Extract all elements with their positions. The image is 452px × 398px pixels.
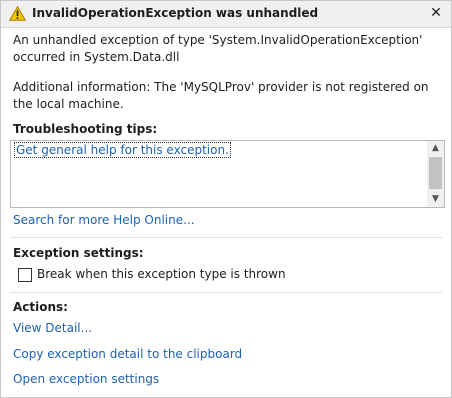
- break-on-exception-checkbox[interactable]: [18, 268, 32, 282]
- warning-icon: [9, 6, 26, 21]
- additional-information: Additional information: The 'MySQLProv' …: [13, 80, 429, 111]
- dialog-title: InvalidOperationException was unhandled: [32, 6, 319, 20]
- exception-message: An unhandled exception of type 'System.I…: [13, 33, 423, 64]
- open-exception-settings-link[interactable]: Open exception settings: [13, 372, 159, 386]
- exception-dialog: InvalidOperationException was unhandled …: [0, 0, 452, 398]
- divider: [10, 292, 442, 293]
- scroll-thumb[interactable]: [429, 157, 442, 189]
- title-bar: InvalidOperationException was unhandled …: [1, 1, 451, 28]
- copy-exception-detail-link[interactable]: Copy exception detail to the clipboard: [13, 347, 242, 361]
- divider: [10, 237, 442, 238]
- troubleshooting-heading: Troubleshooting tips:: [13, 122, 158, 136]
- exception-settings-heading: Exception settings:: [13, 246, 144, 260]
- troubleshooting-tips-list[interactable]: Get general help for this exception. ▲ ▼: [10, 140, 445, 208]
- general-help-link[interactable]: Get general help for this exception.: [14, 142, 231, 158]
- scroll-up-arrow-icon[interactable]: ▲: [427, 141, 444, 156]
- close-icon[interactable]: ✕: [427, 4, 445, 22]
- view-detail-link[interactable]: View Detail...: [13, 321, 92, 335]
- break-on-exception-label[interactable]: Break when this exception type is thrown: [37, 267, 286, 281]
- search-help-online-link[interactable]: Search for more Help Online...: [13, 213, 195, 227]
- scroll-down-arrow-icon[interactable]: ▼: [427, 192, 444, 207]
- actions-heading: Actions:: [13, 300, 68, 314]
- tips-scrollbar[interactable]: ▲ ▼: [427, 141, 444, 207]
